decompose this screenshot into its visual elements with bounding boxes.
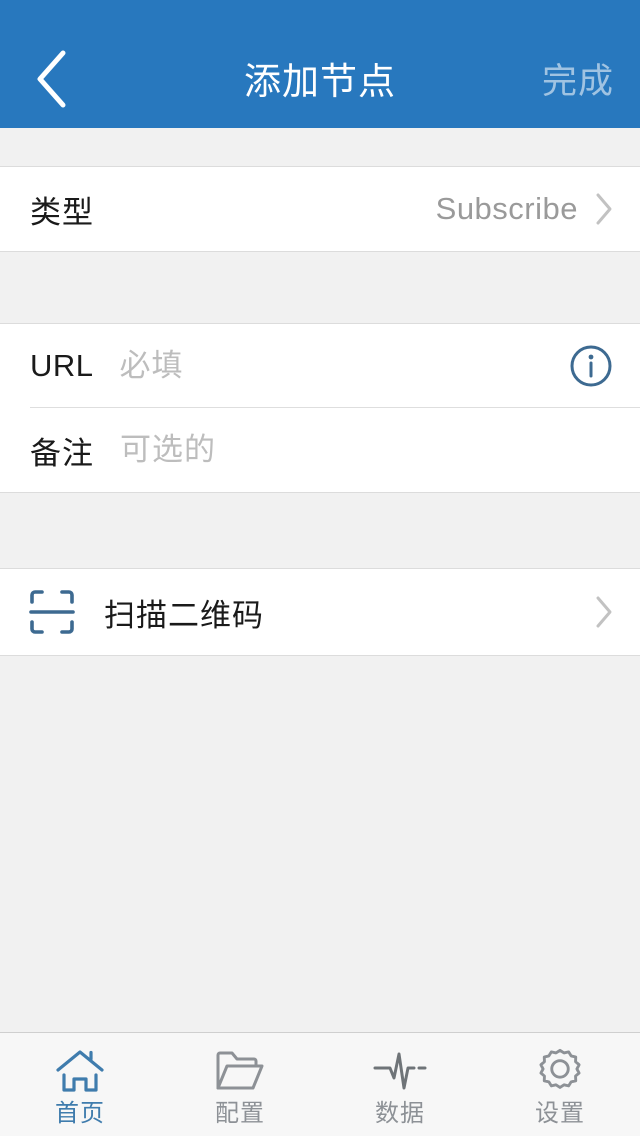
tab-home-label: 首页 xyxy=(55,1099,105,1127)
tab-config-label: 配置 xyxy=(215,1099,265,1127)
type-value: Subscribe xyxy=(435,191,578,226)
tab-data[interactable]: 数据 xyxy=(320,1033,480,1136)
tab-bar: 首页 配置 数据 设置 xyxy=(0,1032,640,1136)
url-input[interactable] xyxy=(119,348,552,384)
done-button[interactable]: 完成 xyxy=(542,58,614,106)
tab-settings-label: 设置 xyxy=(535,1099,585,1127)
qr-scan-icon xyxy=(26,586,78,638)
gear-icon xyxy=(535,1045,585,1097)
section-gap-top xyxy=(0,128,640,166)
form-content: 类型 Subscribe URL 必填 备注 可选的 扫描二维码 xyxy=(0,128,640,1032)
section-gap-2 xyxy=(0,493,640,568)
details-section: URL 备注 xyxy=(0,323,640,493)
row-type[interactable]: 类型 Subscribe xyxy=(0,167,640,251)
type-label: 类型 xyxy=(30,194,94,230)
type-section: 类型 Subscribe xyxy=(0,166,640,252)
folder-icon xyxy=(214,1045,266,1097)
pulse-icon xyxy=(372,1045,428,1097)
tab-home[interactable]: 首页 xyxy=(0,1033,160,1136)
remark-label: 备注 xyxy=(30,435,94,471)
tab-config[interactable]: 配置 xyxy=(160,1033,320,1136)
row-url[interactable]: URL xyxy=(0,324,640,408)
info-circle-icon[interactable] xyxy=(568,343,614,389)
remark-input[interactable] xyxy=(120,432,614,468)
navigation-bar: 添加节点 完成 xyxy=(0,0,640,128)
scan-qr-label: 扫描二维码 xyxy=(104,597,264,633)
chevron-right-icon xyxy=(594,192,614,226)
tab-data-label: 数据 xyxy=(375,1099,425,1127)
scan-section: 扫描二维码 xyxy=(0,568,640,656)
section-gap-1 xyxy=(0,252,640,323)
home-icon xyxy=(55,1045,105,1097)
tab-settings[interactable]: 设置 xyxy=(480,1033,640,1136)
chevron-right-icon xyxy=(594,595,614,629)
empty-area xyxy=(0,656,640,1032)
url-label: URL xyxy=(30,348,94,383)
row-scan-qr[interactable]: 扫描二维码 xyxy=(0,569,640,655)
row-remark[interactable]: 备注 xyxy=(0,408,640,492)
app-root: 添加节点 完成 类型 Subscribe URL 必填 备注 可选的 扫描二维码… xyxy=(0,0,640,1136)
